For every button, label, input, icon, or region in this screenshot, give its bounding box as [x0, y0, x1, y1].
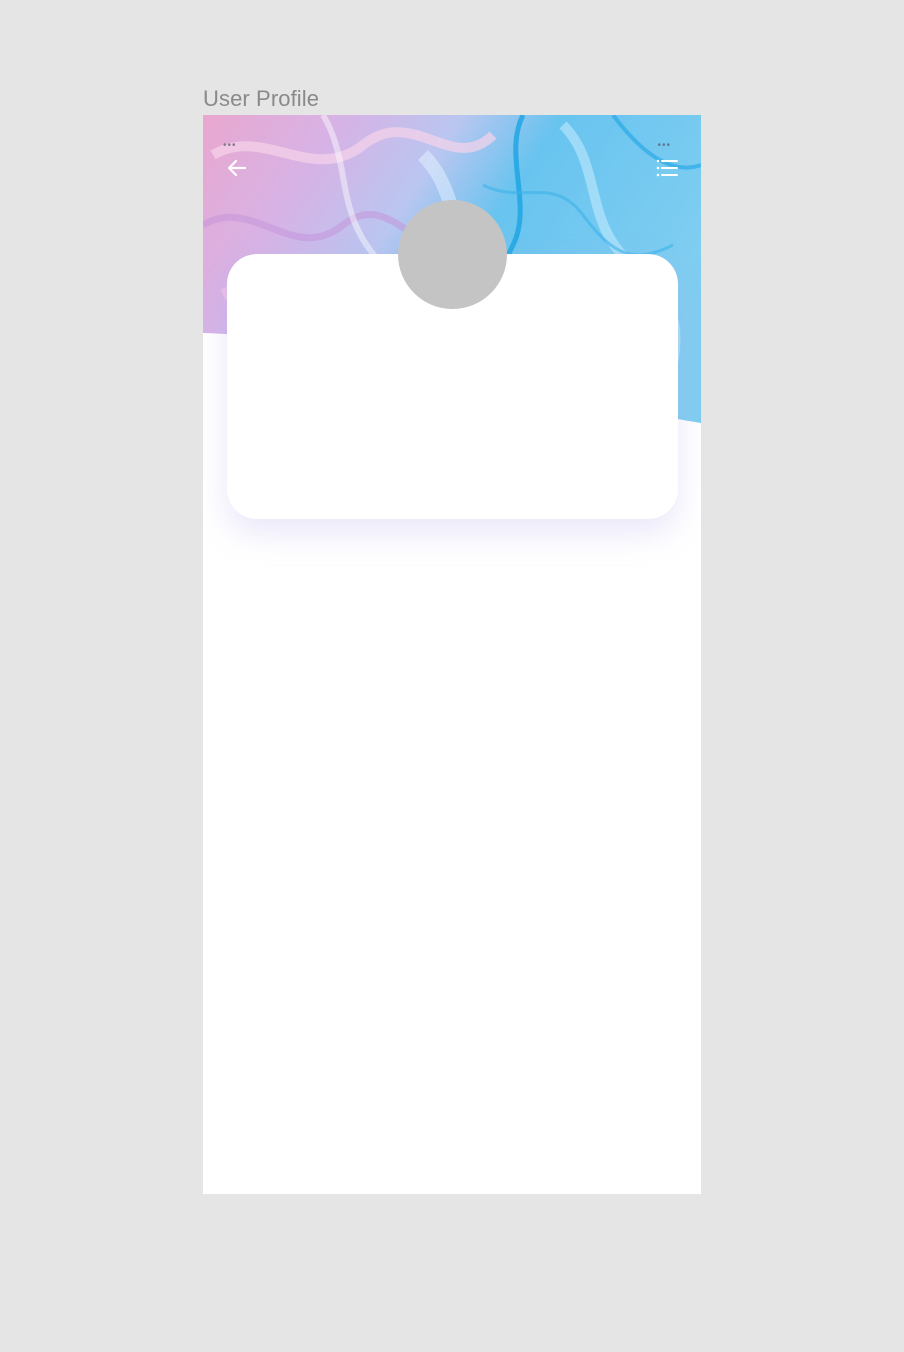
status-dots-left: •••: [223, 140, 237, 151]
frame-title: User Profile: [203, 86, 320, 111]
list-menu-icon: [656, 159, 678, 177]
phone-screen: ••• •••: [203, 115, 701, 1194]
avatar[interactable]: [398, 200, 507, 309]
menu-button[interactable]: [653, 154, 681, 182]
status-dots-right: •••: [657, 140, 671, 151]
arrow-left-icon: [227, 159, 247, 177]
back-button[interactable]: [223, 154, 251, 182]
